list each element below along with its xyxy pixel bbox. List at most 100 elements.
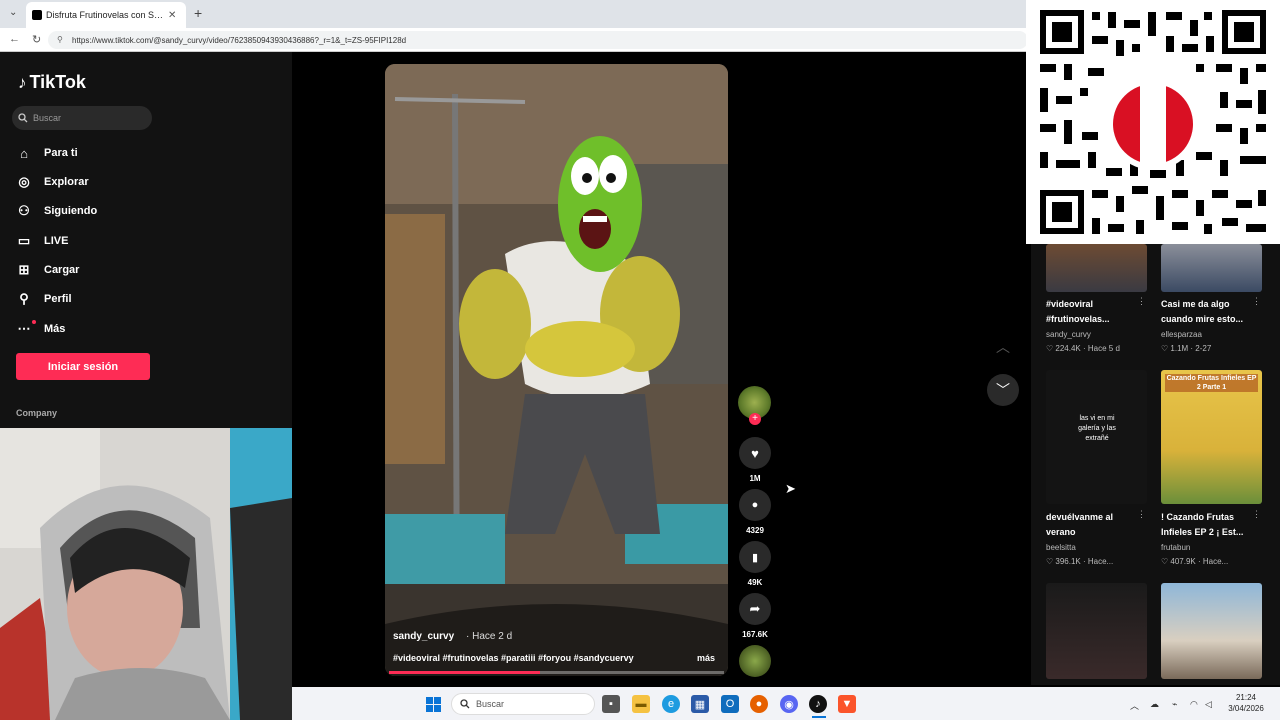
more-icon: ⋯ [17,321,31,336]
tab-list-icon[interactable]: ⌄ [9,7,17,18]
company-link[interactable]: Company [16,408,57,418]
sidebar-item-cargar[interactable]: ⊞ Cargar [16,257,216,283]
music-disc[interactable] [739,645,771,677]
taskbar-search[interactable]: Buscar [451,693,595,715]
progress-fill [389,671,540,674]
sidebar-item-para-ti[interactable]: ⌂ Para ti [16,140,216,166]
home-icon: ⌂ [20,145,28,161]
upload-icon: ⊞ [18,262,30,277]
tiktok-logo[interactable]: ♪ TikTok [18,72,86,93]
related-user[interactable]: sandy_curvy [1046,330,1146,339]
brave-browser-icon[interactable]: ▼ [838,695,856,713]
chevron-up-icon: ︿ [996,339,1010,355]
video-description[interactable]: #videoviral #frutinovelas #paratiii #for… [393,653,693,663]
login-button[interactable]: Iniciar sesión [16,353,150,380]
comment-button[interactable]: ● [739,489,771,521]
outlook-icon[interactable]: O [721,695,739,713]
chevron-down-icon: ﹀ [996,382,1010,398]
previous-video-button[interactable]: ︿ [987,331,1019,363]
bookmark-icon: ▮ [751,551,759,564]
search-placeholder: Buscar [33,113,62,123]
search-icon [18,113,28,123]
notification-dot [32,320,36,324]
related-videos-panel: #videoviral #frutinovelas... ⋮ sandy_cur… [1031,244,1280,685]
save-count: 49K [747,578,763,587]
more-options-icon[interactable]: ⋮ [1252,509,1261,520]
taskbar-search-text: Buscar [476,699,505,709]
sidebar-item-label: LIVE [44,235,69,247]
close-tab-icon[interactable]: ✕ [168,10,176,21]
video-player[interactable] [385,64,728,676]
url-field[interactable]: https://www.tiktok.com/@sandy_curvy/vide… [48,31,1028,49]
network-icon[interactable]: ◠ [1190,699,1198,710]
qr-code-icon [1026,0,1280,244]
related-thumbnail[interactable] [1046,244,1147,292]
tiktok-note-icon: ♪ [18,72,27,92]
share-icon: ➦ [749,601,761,616]
related-thumbnail[interactable]: Cazando Frutas Infieles EP 2 Parte 1 [1161,370,1262,504]
sidebar-item-siguiendo[interactable]: ⚇ Siguiendo [16,198,216,224]
task-view-icon[interactable]: ▪ [602,695,620,713]
related-meta: ♡ 396.1K · Hace... [1046,557,1156,566]
tiktok-app-icon[interactable]: ♪ [809,695,827,713]
related-meta-text: 396.1K · Hace... [1055,557,1114,566]
heart-outline-icon: ♡ [1046,344,1056,353]
taskbar-clock[interactable]: 21:24 3/04/2026 [1216,692,1276,714]
related-user[interactable]: ellesparzaa [1161,330,1261,339]
streamer-image [0,428,292,720]
site-info-icon[interactable]: ⚲ [57,35,63,44]
tray-chevron-up-icon[interactable]: ︿ [1130,699,1139,712]
back-icon[interactable]: ← [9,33,20,45]
sidebar-item-mas[interactable]: ⋯ Más [16,316,216,342]
volume-icon[interactable]: ◁ [1205,699,1212,710]
firefox-icon[interactable]: ● [750,695,768,713]
more-link[interactable]: más [697,653,715,663]
related-thumbnail[interactable] [1161,583,1262,679]
active-app-indicator [812,716,826,718]
store-icon[interactable]: ▦ [691,695,709,713]
related-title[interactable]: Casi me da algo cuando mire esto... [1161,297,1253,327]
related-user[interactable]: frutabun [1161,543,1261,552]
related-title[interactable]: devuélvanme al verano [1046,510,1138,540]
discord-icon[interactable]: ◉ [780,695,798,713]
usb-icon[interactable]: ⌁ [1172,699,1177,710]
share-button[interactable]: ➦ [739,593,771,625]
compass-icon: ◎ [18,174,30,189]
follow-plus-icon[interactable]: + [749,413,761,425]
related-thumbnail[interactable] [1046,583,1147,679]
tab-title: Disfruta Frutinovelas con Sandy C [46,10,164,20]
more-options-icon[interactable]: ⋮ [1137,509,1146,520]
windows-start-icon[interactable] [426,697,441,712]
file-explorer-icon[interactable]: ▬ [632,695,650,713]
heart-icon: ♥ [751,445,759,461]
sidebar-item-label: Siguiendo [44,205,98,217]
like-button[interactable]: ♥ [739,437,771,469]
related-title[interactable]: #videoviral #frutinovelas... [1046,297,1138,327]
more-options-icon[interactable]: ⋮ [1252,296,1261,307]
mouse-cursor-icon: ➤ [785,481,796,496]
related-thumbnail[interactable]: las vi en mi galería y las extrañé [1046,370,1147,504]
more-options-icon[interactable]: ⋮ [1137,296,1146,307]
related-meta: ♡ 407.9K · Hace... [1161,557,1271,566]
related-thumbnail[interactable] [1161,244,1262,292]
save-button[interactable]: ▮ [739,541,771,573]
edge-browser-icon[interactable]: e [662,695,680,713]
new-tab-button[interactable]: + [194,5,202,21]
sidebar-item-explorar[interactable]: ◎ Explorar [16,169,216,195]
browser-tab[interactable]: Disfruta Frutinovelas con Sandy C ✕ [26,2,186,28]
sidebar-item-label: Más [44,323,66,335]
qr-code-overlay [1026,0,1280,244]
reload-icon[interactable]: ↻ [32,33,41,46]
video-username[interactable]: sandy_curvy [393,631,454,642]
heart-outline-icon: ♡ [1161,557,1171,566]
sidebar-item-label: Explorar [44,176,89,188]
sidebar-item-perfil[interactable]: ⚲ Perfil [16,286,216,312]
thumbnail-overlay-text: las vi en mi galería y las extrañé [1078,415,1116,442]
related-user[interactable]: beelsitta [1046,543,1146,552]
search-input[interactable]: Buscar [12,106,152,130]
heart-outline-icon: ♡ [1161,344,1171,353]
onedrive-icon[interactable]: ☁ [1150,699,1159,710]
related-title[interactable]: ! Cazando Frutas Infieles EP 2 ¡ Est... [1161,510,1253,540]
next-video-button[interactable]: ﹀ [987,374,1019,406]
sidebar-item-live[interactable]: ▭ LIVE [16,228,216,254]
